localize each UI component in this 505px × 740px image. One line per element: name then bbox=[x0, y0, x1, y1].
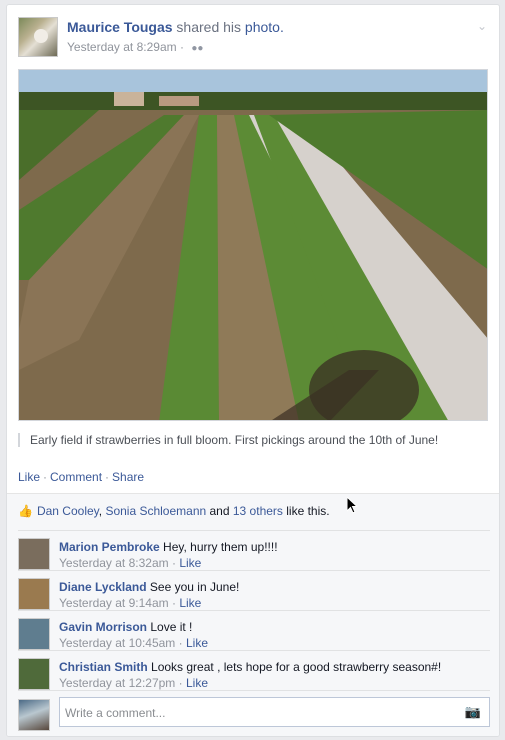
comment-timestamp[interactable]: Yesterday at 12:27pm bbox=[59, 676, 175, 690]
mouse-pointer-icon bbox=[347, 497, 359, 514]
post-meta: Yesterday at 8:29am · ●● bbox=[67, 40, 203, 54]
post-photo[interactable] bbox=[18, 69, 488, 421]
action-verb: shared his bbox=[172, 19, 245, 35]
others-link[interactable]: 13 others bbox=[233, 504, 283, 518]
comment-timestamp[interactable]: Yesterday at 8:32am bbox=[59, 556, 169, 570]
commenter-avatar[interactable] bbox=[18, 538, 50, 570]
meta-separator: · bbox=[175, 676, 186, 690]
comment-text: See you in June! bbox=[146, 580, 240, 594]
comment-like-link[interactable]: Like bbox=[179, 596, 201, 610]
meta-separator: · bbox=[168, 556, 180, 570]
comment-body: Diane Lyckland See you in June! Yesterda… bbox=[59, 579, 490, 611]
strawberry-field-image bbox=[19, 70, 487, 420]
comment-timestamp[interactable]: Yesterday at 9:14am bbox=[59, 596, 169, 610]
author-avatar[interactable] bbox=[18, 17, 58, 57]
comment-item: Gavin Morrison Love it ! Yesterday at 10… bbox=[18, 610, 490, 650]
comment-input[interactable]: Write a comment... 📷 bbox=[59, 697, 490, 727]
comment-like-link[interactable]: Like bbox=[186, 636, 208, 650]
commenter-avatar[interactable] bbox=[18, 578, 50, 610]
friends-icon[interactable]: ●● bbox=[191, 43, 203, 54]
news-feed-post: Maurice Tougas shared his photo. Yesterd… bbox=[6, 4, 500, 737]
meta-separator: · bbox=[175, 636, 186, 650]
viewer-avatar bbox=[18, 699, 50, 731]
comment-timestamp[interactable]: Yesterday at 10:45am bbox=[59, 636, 175, 650]
liker-link[interactable]: Sonia Schloemann bbox=[105, 504, 206, 518]
like-action-link[interactable]: Like bbox=[18, 470, 40, 484]
action-separator: · bbox=[105, 470, 110, 484]
meta-separator: · bbox=[168, 596, 180, 610]
commenter-avatar[interactable] bbox=[18, 658, 50, 690]
likes-summary: 👍 Dan Cooley, Sonia Schloemann and 13 oth… bbox=[18, 504, 490, 526]
comment-item: Christian Smith Looks great , lets hope … bbox=[18, 650, 490, 690]
comment-text: Looks great , lets hope for a good straw… bbox=[147, 660, 442, 674]
commenter-name-link[interactable]: Diane Lyckland bbox=[59, 580, 147, 594]
chevron-down-icon[interactable]: ⌄ bbox=[477, 19, 487, 33]
comment-placeholder: Write a comment... bbox=[65, 706, 166, 720]
comment-item: Marion Pembroke Hey, hurry them up!!!! Y… bbox=[18, 530, 490, 570]
comment-like-link[interactable]: Like bbox=[179, 556, 201, 570]
camera-icon[interactable]: 📷 bbox=[465, 704, 481, 720]
comment-like-link[interactable]: Like bbox=[186, 676, 208, 690]
likes-and: and bbox=[206, 504, 233, 518]
comment-body: Christian Smith Looks great , lets hope … bbox=[59, 659, 490, 691]
commenter-name-link[interactable]: Marion Pembroke bbox=[59, 540, 160, 554]
comment-composer: Write a comment... 📷 bbox=[18, 690, 490, 732]
comment-text: Hey, hurry them up!!!! bbox=[159, 540, 278, 554]
post-header: Maurice Tougas shared his photo. Yesterd… bbox=[18, 17, 487, 59]
thumbs-up-icon: 👍 bbox=[18, 504, 33, 518]
action-separator: · bbox=[43, 470, 48, 484]
commenter-name-link[interactable]: Gavin Morrison bbox=[59, 620, 147, 634]
author-name-link[interactable]: Maurice Tougas bbox=[67, 19, 173, 35]
comment-item: Diane Lyckland See you in June! Yesterda… bbox=[18, 570, 490, 610]
post-headline: Maurice Tougas shared his photo. bbox=[67, 19, 284, 35]
post-actions: Like · Comment · Share bbox=[18, 470, 144, 484]
feedback-section: 👍 Dan Cooley, Sonia Schloemann and 13 oth… bbox=[7, 493, 499, 736]
comment-action-link[interactable]: Comment bbox=[50, 470, 102, 484]
meta-separator: · bbox=[176, 40, 188, 54]
liker-link[interactable]: Dan Cooley bbox=[37, 504, 99, 518]
comment-text: Love it ! bbox=[147, 620, 193, 634]
share-action-link[interactable]: Share bbox=[112, 470, 144, 484]
comment-body: Gavin Morrison Love it ! Yesterday at 10… bbox=[59, 619, 490, 651]
post-timestamp-link[interactable]: Yesterday at 8:29am bbox=[67, 40, 177, 54]
photo-link[interactable]: photo. bbox=[245, 19, 284, 35]
comment-body: Marion Pembroke Hey, hurry them up!!!! Y… bbox=[59, 539, 490, 571]
commenter-avatar[interactable] bbox=[18, 618, 50, 650]
photo-caption: Early field if strawberries in full bloo… bbox=[18, 433, 487, 447]
commenter-name-link[interactable]: Christian Smith bbox=[59, 660, 148, 674]
likes-tail: like this. bbox=[282, 504, 330, 518]
